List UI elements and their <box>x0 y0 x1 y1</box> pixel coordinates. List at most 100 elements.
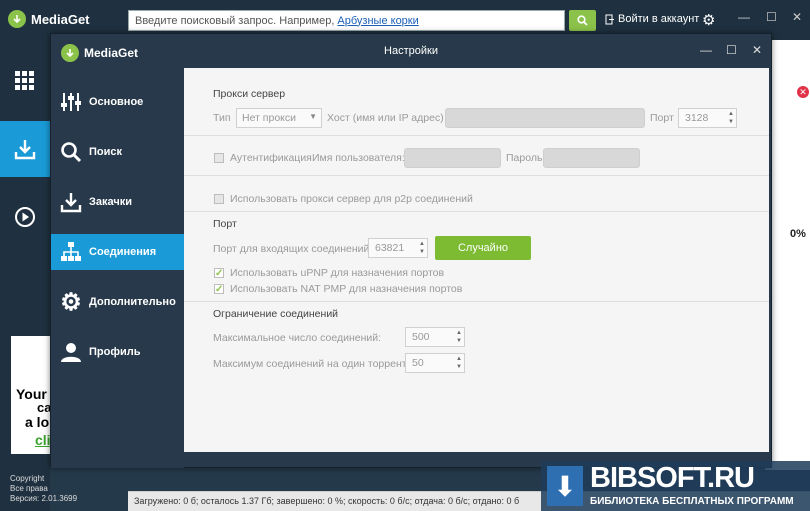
dialog-maximize-icon[interactable]: ☐ <box>726 43 737 57</box>
user-icon <box>59 340 83 364</box>
nav-item-downloads[interactable]: Закачки <box>51 184 184 220</box>
nav-label: Основное <box>89 96 144 108</box>
nav-label: Соединения <box>89 246 157 258</box>
chevron-down-icon: ▼ <box>309 112 317 121</box>
nav-label: Закачки <box>89 196 133 208</box>
natpmp-checkbox[interactable]: ✓ <box>214 284 224 295</box>
settings-dialog: MediaGet Настройки — ☐ ✕ Основное Поиск <box>50 33 772 468</box>
per-torrent-label: Максимум соединений на один торрент: <box>213 358 410 370</box>
login-button[interactable]: Войти в аккаунт <box>605 13 699 25</box>
proxy-host-label: Хост (имя или IP адрес) <box>327 112 444 124</box>
dialog-minimize-icon[interactable]: — <box>700 43 712 57</box>
app-name: MediaGet <box>31 11 90 27</box>
maximize-icon[interactable]: ☐ <box>766 10 777 24</box>
incoming-port-label: Порт для входящих соединений: <box>213 243 373 255</box>
divider <box>184 211 769 212</box>
progress-percent: 0% <box>790 228 806 240</box>
close-icon[interactable]: ✕ <box>792 10 802 24</box>
proxy-port-value: 3128 <box>685 112 709 124</box>
settings-gear-icon[interactable]: ⚙ <box>702 11 715 29</box>
stepper-down-icon[interactable]: ▼ <box>419 248 425 256</box>
upnp-checkbox[interactable]: ✓ <box>214 268 224 279</box>
auth-label: Аутентификация <box>230 152 312 164</box>
nav-label: Поиск <box>89 146 123 158</box>
watermark-subtitle: БИБЛИОТЕКА БЕСПЛАТНЫХ ПРОГРАММ <box>590 496 794 507</box>
divider <box>184 175 769 176</box>
proxy-port-label: Порт <box>650 112 674 124</box>
version-label: Версия: 2.01.3699 <box>10 494 78 503</box>
settings-nav: Основное Поиск Закачки Соединения ⚙ Допо… <box>51 68 184 468</box>
search-icon <box>59 140 83 164</box>
username-label: Имя пользователя: <box>312 152 405 164</box>
search-placeholder: Введите поисковый запрос. Например, <box>135 14 335 27</box>
downloads-side-icon[interactable] <box>0 121 50 177</box>
upnp-label: Использовать uPNP для назначения портов <box>230 267 445 279</box>
auth-checkbox[interactable] <box>214 153 224 163</box>
port-header: Порт <box>213 218 237 230</box>
search-example-link[interactable]: Арбузные корки <box>337 15 418 27</box>
search-button[interactable] <box>569 10 596 31</box>
copyright-info: Copyright Все права Версия: 2.01.3699 <box>10 474 77 504</box>
proxy-type-select[interactable]: Нет прокси ▼ <box>236 108 322 128</box>
watermark-download-icon: ⬇ <box>547 466 583 506</box>
max-connections-stepper[interactable]: 500 ▲ ▼ <box>405 327 465 347</box>
username-field[interactable] <box>404 148 501 168</box>
password-label: Пароль <box>506 152 543 164</box>
nav-label: Дополнительно <box>89 296 176 308</box>
stepper-up-icon[interactable]: ▲ <box>419 240 425 248</box>
stepper-down-icon[interactable]: ▼ <box>728 118 734 126</box>
download-icon <box>59 190 83 214</box>
max-connections-value: 500 <box>412 331 430 343</box>
divider <box>184 135 769 136</box>
p2p-proxy-label: Использовать прокси сервер для p2p соеди… <box>230 193 473 205</box>
copyright-line: Copyright <box>10 474 45 483</box>
play-icon[interactable] <box>0 192 50 242</box>
divider <box>184 301 769 302</box>
proxy-header: Прокси сервер <box>213 88 286 100</box>
proxy-type-label: Тип <box>213 112 231 124</box>
per-torrent-stepper[interactable]: 50 ▲ ▼ <box>405 353 465 373</box>
stepper-up-icon[interactable]: ▲ <box>728 110 734 118</box>
dialog-close-icon[interactable]: ✕ <box>752 43 762 57</box>
stepper-down-icon[interactable]: ▼ <box>456 337 462 345</box>
mediaget-logo-icon <box>8 10 26 28</box>
nav-item-connections[interactable]: Соединения <box>51 234 184 270</box>
close-ad-icon[interactable]: ✕ <box>797 86 809 98</box>
proxy-port-stepper[interactable]: 3128 ▲ ▼ <box>678 108 737 128</box>
proxy-host-field[interactable] <box>445 108 645 128</box>
app-logo: MediaGet <box>8 10 90 28</box>
ad-link[interactable]: cli <box>35 432 51 448</box>
grid-icon[interactable] <box>0 56 50 106</box>
gear-icon: ⚙ <box>60 288 82 316</box>
settings-panel: Прокси сервер Тип Нет прокси ▼ Хост (имя… <box>184 68 769 452</box>
ad-banner[interactable]: Your ca a lo cli <box>11 336 51 454</box>
natpmp-label: Использовать NAT PMP для назначения порт… <box>230 283 463 295</box>
stepper-down-icon[interactable]: ▼ <box>456 363 462 371</box>
nav-item-general[interactable]: Основное <box>51 84 184 120</box>
ad-line: a lo <box>25 414 50 430</box>
search-icon <box>577 15 588 26</box>
incoming-port-value: 63821 <box>375 242 405 254</box>
max-connections-label: Максимальное число соединений: <box>213 332 382 344</box>
random-port-button[interactable]: Случайно <box>435 236 531 260</box>
watermark-title: BIBSOFT.RU <box>590 462 755 494</box>
login-label: Войти в аккаунт <box>618 13 700 25</box>
nav-item-advanced[interactable]: ⚙ Дополнительно <box>51 284 184 320</box>
nav-item-search[interactable]: Поиск <box>51 134 184 170</box>
proxy-type-value: Нет прокси <box>242 112 296 124</box>
login-icon <box>605 14 614 24</box>
incoming-port-stepper[interactable]: 63821 ▲ ▼ <box>368 238 428 258</box>
minimize-icon[interactable]: — <box>738 10 750 24</box>
copyright-line: Все права <box>10 484 48 493</box>
limits-header: Ограничение соединений <box>213 308 339 320</box>
password-field[interactable] <box>543 148 640 168</box>
p2p-proxy-checkbox[interactable] <box>214 194 224 204</box>
sliders-icon <box>59 90 83 114</box>
stepper-up-icon[interactable]: ▲ <box>456 329 462 337</box>
per-torrent-value: 50 <box>412 357 424 369</box>
network-icon <box>59 240 83 264</box>
nav-item-profile[interactable]: Профиль <box>51 334 184 370</box>
stepper-up-icon[interactable]: ▲ <box>456 355 462 363</box>
search-input[interactable]: Введите поисковый запрос. Например, Арбу… <box>128 10 565 31</box>
dialog-title: Настройки <box>384 45 438 57</box>
